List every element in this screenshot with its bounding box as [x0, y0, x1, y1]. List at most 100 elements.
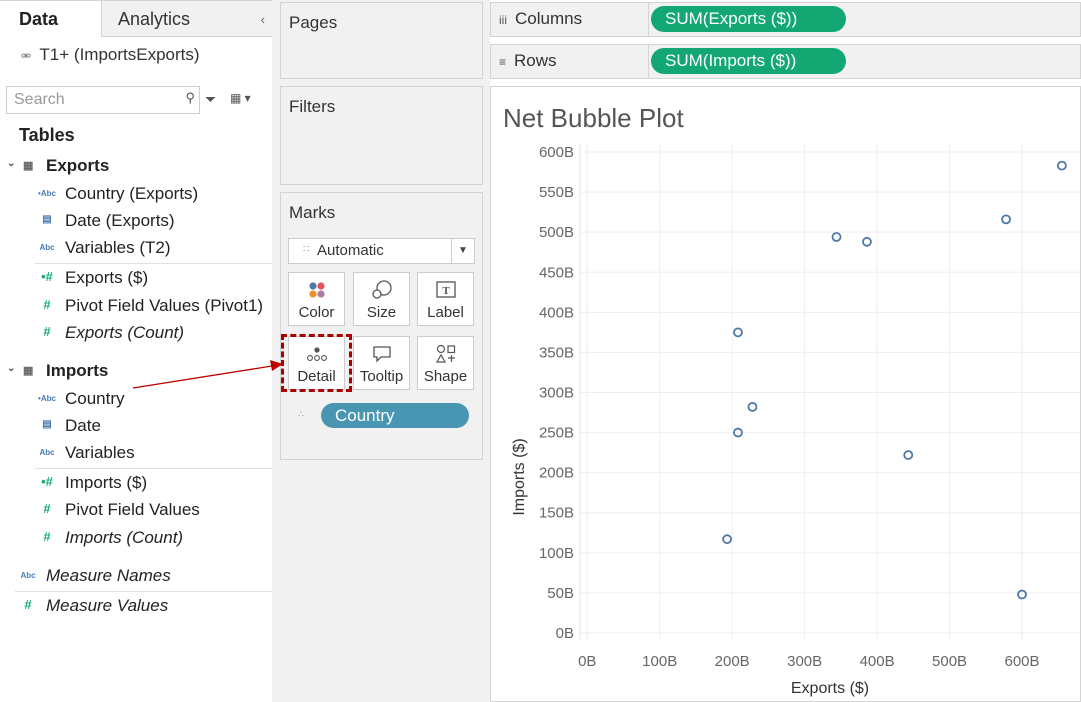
label-label: Label	[427, 304, 464, 321]
string-field-icon: Abc	[39, 448, 55, 457]
field-measure-names[interactable]: Abc Measure Names	[0, 566, 272, 590]
table-icon: ▦	[23, 160, 34, 172]
chevron-down-icon[interactable]: ⌄	[7, 363, 15, 374]
dropdown-arrow-icon[interactable]: ▼	[451, 239, 474, 263]
field-item[interactable]: # Pivot Field Values (Pivot1)	[0, 296, 272, 320]
x-tick-label: 600B	[1005, 653, 1040, 670]
field-label: Variables	[65, 443, 135, 462]
scatter-point[interactable]	[1001, 214, 1011, 225]
color-button[interactable]: Color	[288, 272, 345, 326]
y-tick-label: 300B	[539, 385, 574, 402]
columns-pill[interactable]: SUM(Exports ($))	[651, 6, 846, 32]
x-axis-ticks: 0B 100B 200B 300B 400B 500B 600B	[578, 653, 1039, 670]
search-input[interactable]	[7, 87, 174, 112]
tab-analytics-label: Analytics	[118, 9, 191, 29]
scatter-point[interactable]	[747, 402, 758, 412]
rows-pill[interactable]: SUM(Imports ($))	[651, 48, 846, 74]
country-detail-pill[interactable]: Country	[321, 403, 469, 428]
string-field-icon: •Abc	[38, 189, 56, 198]
y-tick-label: 600B	[539, 144, 574, 161]
columns-icon: iii	[499, 13, 507, 27]
x-tick-label: 300B	[787, 653, 822, 670]
field-item[interactable]: •# Exports ($)	[0, 268, 272, 292]
field-label: Measure Values	[46, 596, 169, 615]
y-tick-label: 400B	[539, 304, 574, 321]
chevron-down-icon[interactable]: ⌄	[7, 158, 15, 169]
field-measure-values[interactable]: # Measure Values	[0, 596, 272, 620]
field-item[interactable]: Abc Variables (T2)	[0, 238, 272, 262]
mark-type-icon: ∷	[303, 244, 310, 255]
measure-field-icon: #	[43, 324, 51, 339]
view-options-icon[interactable]: ▦ ▾	[230, 91, 251, 105]
label-icon: T	[418, 280, 473, 300]
scatter-point[interactable]	[862, 236, 872, 247]
field-label: Date (Exports)	[65, 211, 175, 230]
detail-highlight-box	[281, 334, 352, 392]
filters-title: Filters	[289, 97, 336, 116]
svg-text:T: T	[442, 285, 450, 297]
y-tick-label: 0B	[556, 625, 574, 642]
shape-label: Shape	[423, 368, 468, 385]
measure-field-icon: #	[43, 529, 51, 544]
date-field-icon: ▤	[42, 214, 52, 225]
columns-shelf[interactable]: iii Columns SUM(Exports ($))	[490, 2, 1081, 37]
tables-heading: Tables	[19, 125, 75, 145]
field-item[interactable]: •Abc Country (Exports)	[0, 184, 272, 208]
x-tick-label: 200B	[715, 653, 750, 670]
scatter-point[interactable]	[831, 232, 842, 242]
field-item[interactable]: Abc Variables	[0, 443, 272, 467]
detail-pill-icon: ∴	[298, 409, 304, 419]
filters-card[interactable]: Filters	[280, 86, 483, 185]
field-item[interactable]: •# Imports ($)	[0, 473, 272, 497]
string-field-icon: •Abc	[38, 394, 56, 403]
scatter-point[interactable]	[903, 450, 914, 460]
field-label: Country (Exports)	[65, 184, 199, 203]
y-tick-label: 50B	[547, 585, 574, 602]
chevron-left-icon[interactable]: ‹	[261, 1, 265, 38]
datasource-name[interactable]: ⚮ T1+ (ImportsExports)	[21, 45, 200, 65]
tab-data[interactable]: Data	[0, 0, 101, 37]
date-field-icon: ▤	[42, 419, 52, 430]
table-exports[interactable]: ⌄ ▦ Exports	[0, 156, 272, 180]
filter-icon[interactable]: ⏷	[205, 91, 216, 108]
shape-icon	[418, 344, 473, 364]
size-icon	[354, 280, 409, 300]
rows-label-text: Rows	[514, 51, 557, 70]
search-box: ⚲	[6, 86, 200, 114]
divider	[15, 591, 272, 592]
label-button[interactable]: T Label	[417, 272, 474, 326]
columns-label-text: Columns	[515, 9, 583, 28]
table-label: Imports	[46, 361, 109, 380]
table-label: Exports	[46, 156, 110, 175]
field-item[interactable]: # Pivot Field Values	[0, 500, 272, 524]
field-item[interactable]: ▤ Date (Exports)	[0, 211, 272, 235]
mark-type-dropdown[interactable]: ∷ Automatic ▼	[288, 238, 475, 264]
marks-title: Marks	[289, 203, 336, 222]
field-label: Date	[65, 416, 101, 435]
rows-shelf[interactable]: ≡ Rows SUM(Imports ($))	[490, 44, 1081, 79]
divider	[648, 3, 649, 36]
y-tick-label: 350B	[539, 344, 574, 361]
scatter-point[interactable]	[722, 534, 733, 545]
pages-card[interactable]: Pages	[280, 2, 483, 79]
rows-shelf-label: ≡ Rows	[499, 51, 557, 71]
gridlines	[579, 144, 1080, 641]
field-label: Variables (T2)	[65, 238, 171, 257]
tab-analytics[interactable]: Analytics ‹	[101, 0, 272, 37]
shape-button[interactable]: Shape	[417, 336, 474, 390]
size-button[interactable]: Size	[353, 272, 410, 326]
field-item[interactable]: ▤ Date	[0, 416, 272, 440]
color-icon	[289, 280, 344, 300]
tooltip-button[interactable]: Tooltip	[353, 336, 410, 390]
field-label: Country	[65, 389, 125, 408]
field-item[interactable]: # Imports (Count)	[0, 528, 272, 552]
x-tick-label: 100B	[642, 653, 677, 670]
field-label: Exports (Count)	[65, 323, 185, 342]
annotation-arrow	[132, 360, 283, 389]
field-item[interactable]: # Exports (Count)	[0, 323, 272, 347]
data-points	[722, 160, 1067, 600]
x-axis-title: Exports ($)	[791, 680, 869, 697]
divider	[35, 468, 272, 469]
scatter-point[interactable]	[1056, 160, 1067, 171]
scatter-point[interactable]	[733, 327, 743, 338]
